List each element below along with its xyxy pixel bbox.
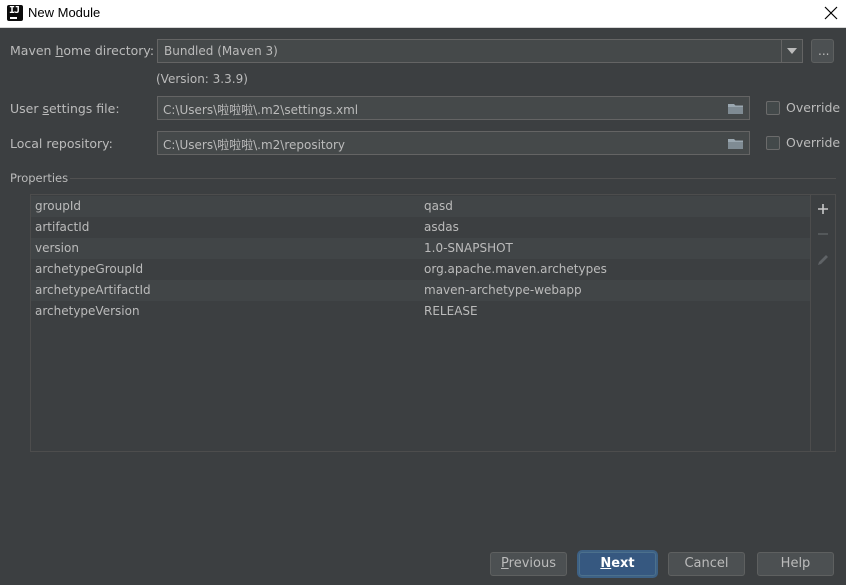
property-value: asdas	[424, 220, 459, 234]
user-settings-field[interactable]: C:\Users\啦啦啦\.m2\settings.xml	[157, 96, 750, 120]
maven-home-browse-button[interactable]: ...	[811, 39, 834, 63]
table-row[interactable]: archetypeArtifactId maven-archetype-weba…	[31, 280, 811, 301]
properties-table: groupId qasd artifactId asdas version 1.…	[30, 194, 836, 452]
remove-icon[interactable]	[815, 226, 831, 242]
maven-home-value: Bundled (Maven 3)	[164, 44, 278, 58]
table-row[interactable]: artifactId asdas	[31, 217, 811, 238]
title-bar: IJ New Module	[0, 0, 846, 28]
property-key: groupId	[35, 199, 82, 213]
local-repository-label: Local repository:	[10, 136, 113, 151]
chevron-down-icon	[787, 48, 797, 54]
help-button[interactable]: Help	[757, 552, 834, 576]
property-value: qasd	[424, 199, 453, 213]
property-key: version	[35, 241, 79, 255]
maven-home-label: Maven home directory:	[10, 43, 155, 58]
property-value: org.apache.maven.archetypes	[424, 262, 607, 276]
user-settings-value: C:\Users\啦啦啦\.m2\settings.xml	[163, 103, 359, 117]
properties-section-label: Properties	[10, 171, 69, 185]
local-repository-field[interactable]: C:\Users\啦啦啦\.m2\repository	[157, 131, 750, 155]
table-row[interactable]: groupId qasd	[31, 196, 811, 217]
property-value: 1.0-SNAPSHOT	[424, 241, 513, 255]
cancel-button[interactable]: Cancel	[668, 552, 745, 576]
user-settings-label: User settings file:	[10, 101, 120, 116]
property-value: maven-archetype-webapp	[424, 283, 582, 297]
previous-button[interactable]: Previous	[490, 552, 567, 576]
next-button[interactable]: Next	[579, 552, 656, 576]
user-settings-override-checkbox[interactable]	[766, 101, 780, 115]
folder-icon[interactable]	[728, 103, 744, 115]
add-icon[interactable]	[815, 201, 831, 217]
edit-icon[interactable]	[815, 252, 831, 268]
local-repository-override-checkbox[interactable]	[766, 136, 780, 150]
table-row[interactable]: archetypeGroupId org.apache.maven.archet…	[31, 259, 811, 280]
maven-home-dropdown-button[interactable]	[781, 40, 802, 62]
property-key: archetypeGroupId	[35, 262, 144, 276]
maven-home-combobox[interactable]: Bundled (Maven 3)	[157, 39, 803, 63]
window-title: New Module	[28, 5, 101, 20]
close-icon	[824, 6, 838, 20]
user-settings-override-label: Override	[786, 100, 841, 115]
local-repository-override-label: Override	[786, 135, 841, 150]
property-key: artifactId	[35, 220, 90, 234]
local-repository-value: C:\Users\啦啦啦\.m2\repository	[163, 138, 346, 152]
table-row[interactable]: version 1.0-SNAPSHOT	[31, 238, 811, 259]
properties-divider	[70, 178, 836, 179]
properties-table-body: groupId qasd artifactId asdas version 1.…	[31, 195, 811, 451]
table-row[interactable]: archetypeVersion RELEASE	[31, 301, 811, 322]
close-button[interactable]	[816, 0, 846, 28]
property-key: archetypeVersion	[35, 304, 140, 318]
properties-toolbar	[810, 195, 835, 451]
property-key: archetypeArtifactId	[35, 283, 151, 297]
folder-icon[interactable]	[728, 138, 744, 150]
property-value: RELEASE	[424, 304, 478, 318]
intellij-idea-icon: IJ	[7, 5, 23, 21]
maven-version-text: (Version: 3.3.9)	[156, 72, 248, 86]
